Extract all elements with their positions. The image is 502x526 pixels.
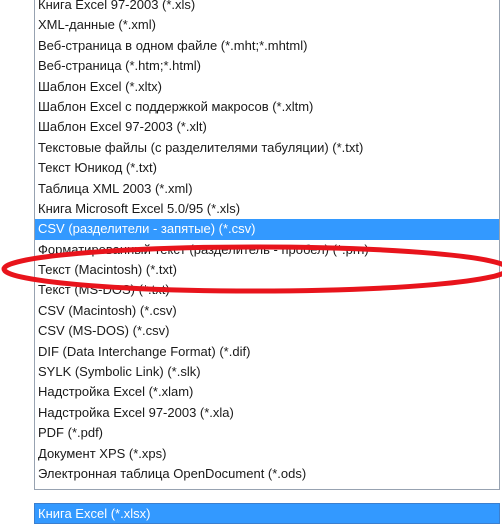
list-item-selected[interactable]: CSV (разделители - запятые) (*.csv) [35,219,499,240]
list-item[interactable]: Книга Excel 97-2003 (*.xls) [35,0,499,15]
list-item[interactable]: Электронная таблица OpenDocument (*.ods) [35,464,499,484]
list-item[interactable]: SYLK (Symbolic Link) (*.slk) [35,362,499,382]
list-item[interactable]: Надстройка Excel 97-2003 (*.xla) [35,403,499,423]
list-item[interactable]: Текст (MS-DOS) (*.txt) [35,280,499,300]
list-item[interactable]: Книга Microsoft Excel 5.0/95 (*.xls) [35,199,499,219]
list-item[interactable]: DIF (Data Interchange Format) (*.dif) [35,342,499,362]
list-item[interactable]: Форматированный текст (разделитель - про… [35,240,499,260]
list-item[interactable]: CSV (MS-DOS) (*.csv) [35,321,499,341]
list-item[interactable]: Веб-страница в одном файле (*.mht;*.mhtm… [35,36,499,56]
list-item[interactable]: CSV (Macintosh) (*.csv) [35,301,499,321]
list-item[interactable]: Текстовые файлы (с разделителями табуляц… [35,138,499,158]
file-type-combobox[interactable]: Книга Excel (*.xlsx) [34,503,500,524]
list-item[interactable]: XML-данные (*.xml) [35,15,499,35]
list-item[interactable]: PDF (*.pdf) [35,423,499,443]
list-item[interactable]: Текст Юникод (*.txt) [35,158,499,178]
list-item[interactable]: Документ XPS (*.xps) [35,444,499,464]
list-item[interactable]: Надстройка Excel (*.xlam) [35,382,499,402]
list-item[interactable]: Таблица XML 2003 (*.xml) [35,179,499,199]
list-item[interactable]: Текст (Macintosh) (*.txt) [35,260,499,280]
list-item[interactable]: Шаблон Excel 97-2003 (*.xlt) [35,117,499,137]
file-type-list: Книга Excel 97-2003 (*.xls) XML-данные (… [35,0,499,484]
file-type-dropdown-list[interactable]: Книга Excel 97-2003 (*.xls) XML-данные (… [34,0,500,490]
list-item[interactable]: Веб-страница (*.htm;*.html) [35,56,499,76]
list-item[interactable]: Шаблон Excel (*.xltx) [35,77,499,97]
list-item[interactable]: Шаблон Excel с поддержкой макросов (*.xl… [35,97,499,117]
